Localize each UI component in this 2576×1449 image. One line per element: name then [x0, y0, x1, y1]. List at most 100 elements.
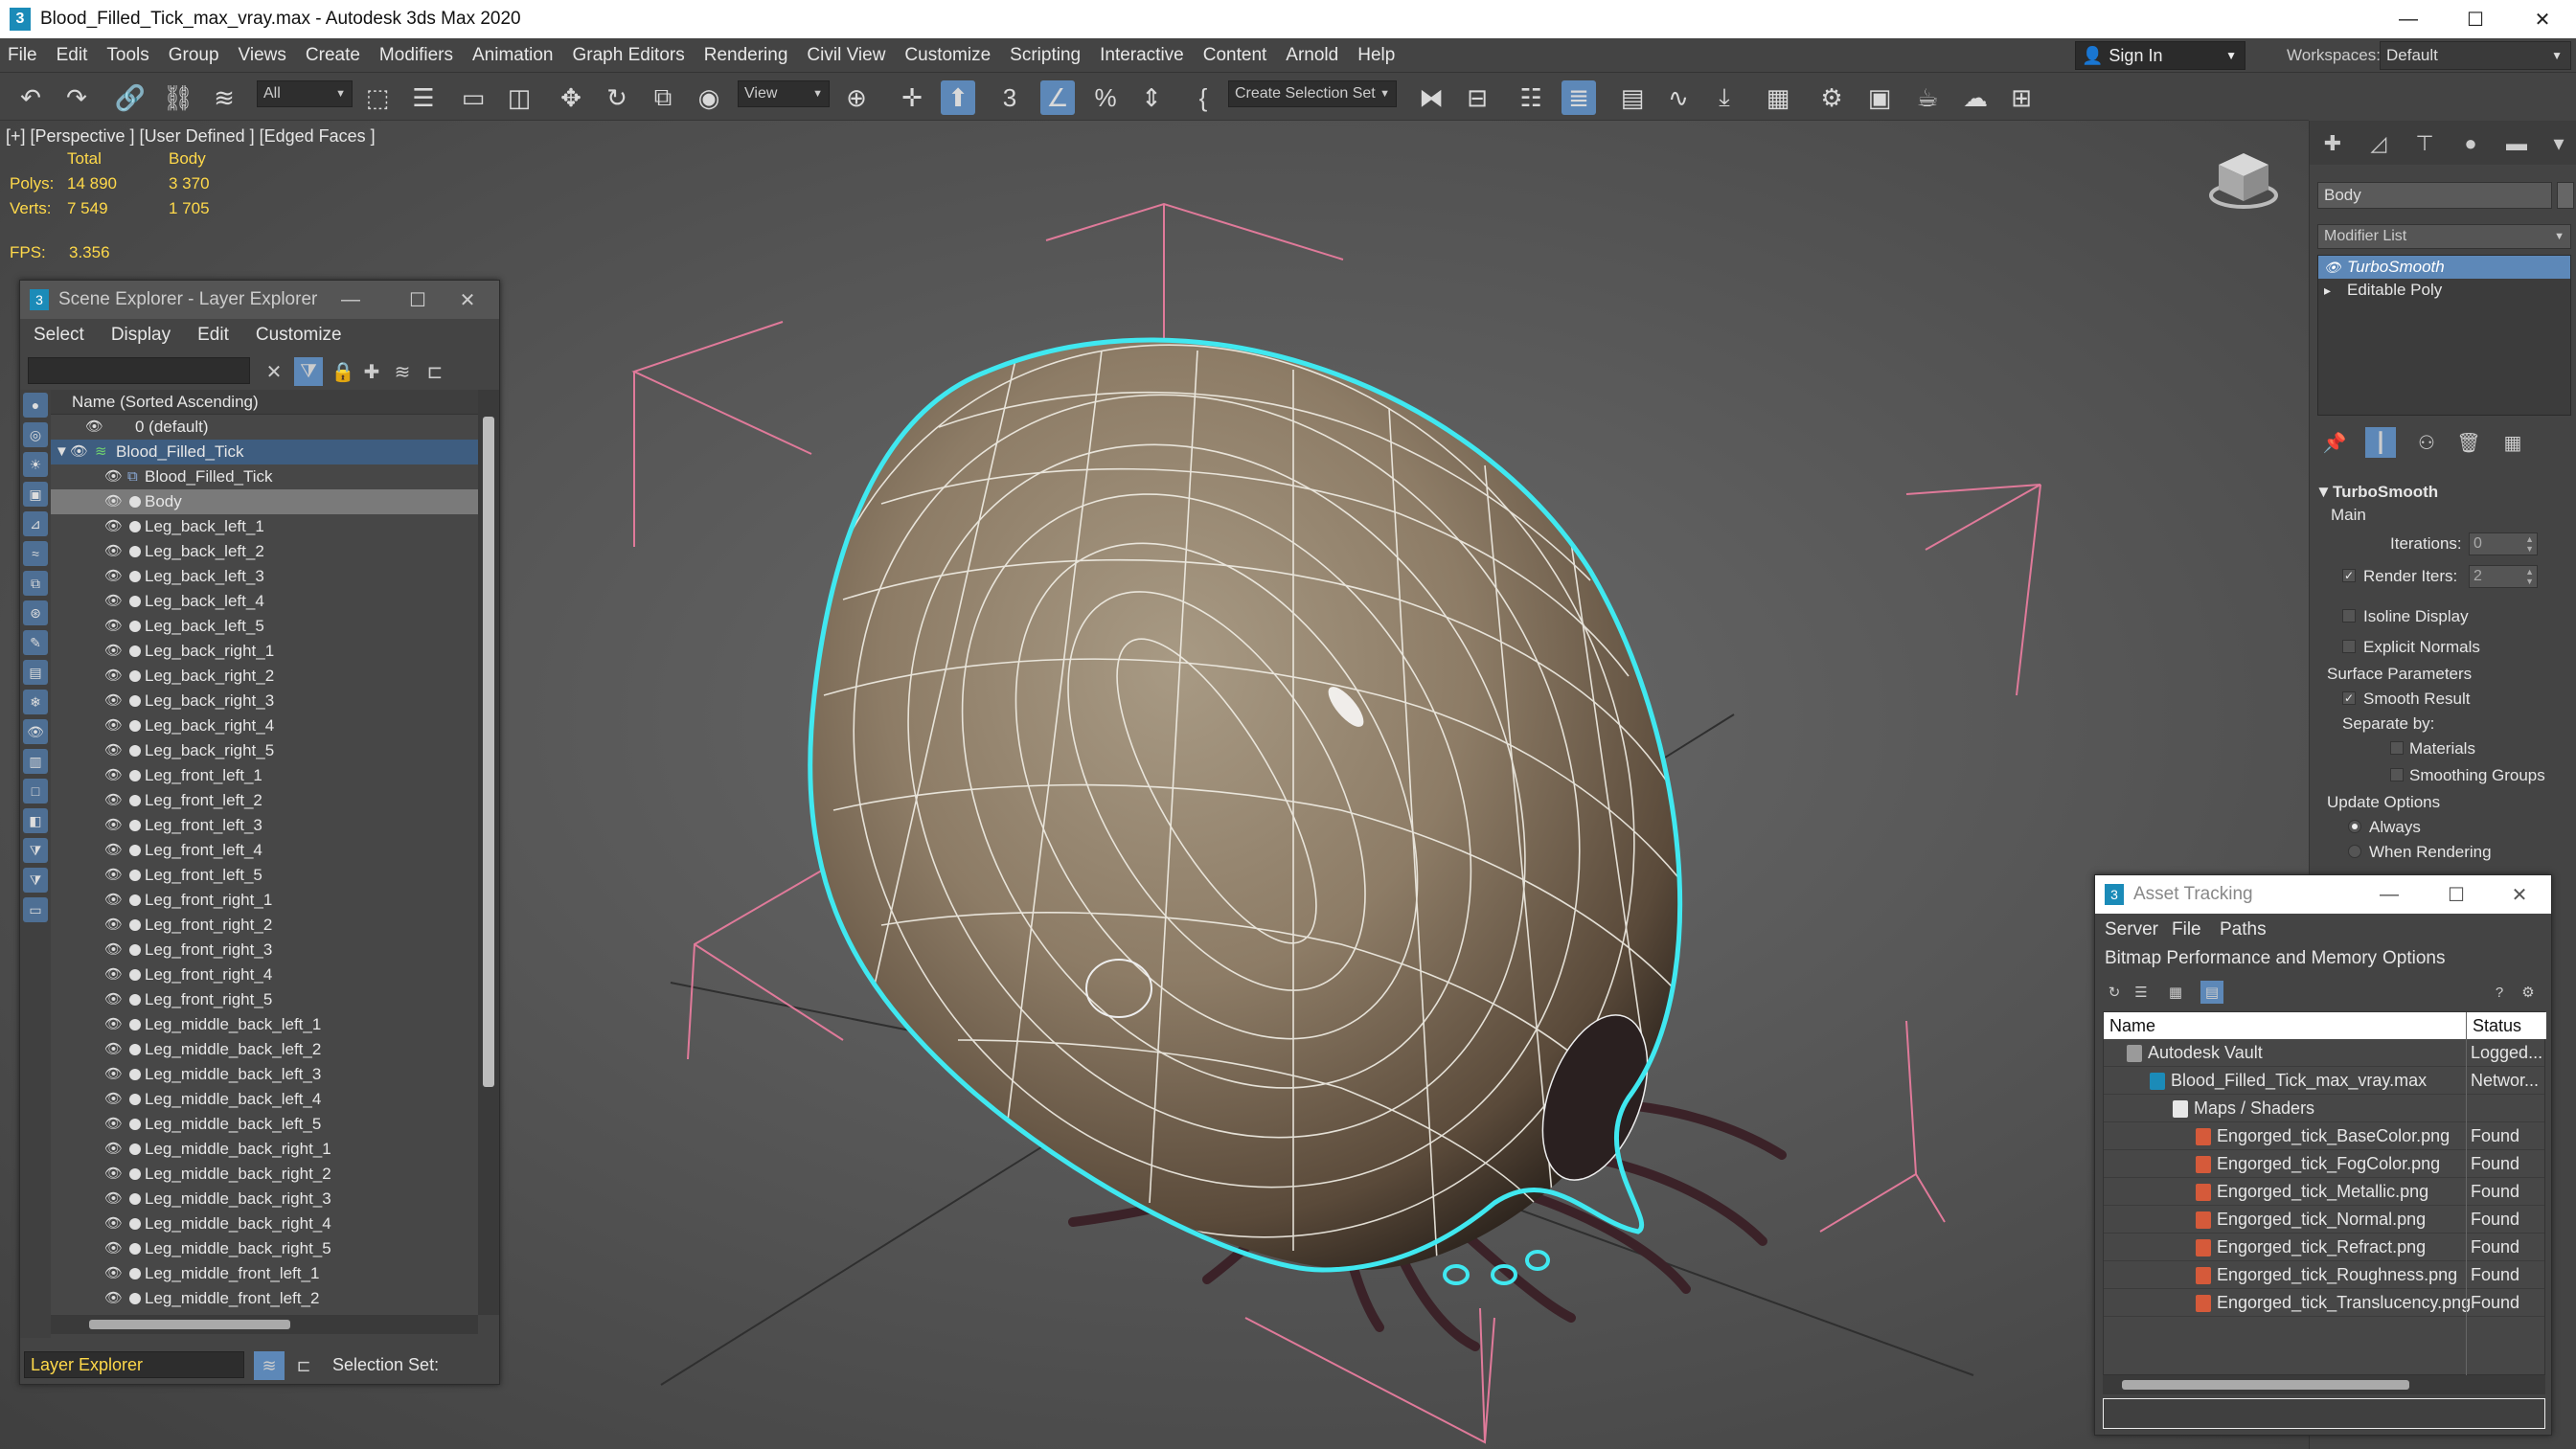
column-divider[interactable] [2466, 1012, 2467, 1376]
clear-search-icon[interactable]: ✕ [260, 357, 288, 386]
tree-row-object[interactable]: 👁 Leg_middle_back_right_3 [51, 1187, 478, 1211]
table-view-icon[interactable]: ▦ [2164, 981, 2187, 1004]
scene-tree-vertical-scrollbar[interactable] [478, 390, 499, 1315]
settings-icon[interactable]: ⚙ [2517, 981, 2540, 1004]
menu-create[interactable]: Create [296, 45, 370, 66]
display-frozen-icon[interactable]: ❄ [23, 690, 48, 714]
tree-view-icon[interactable]: ▤ [2200, 981, 2223, 1004]
scale-icon[interactable]: ⧉ [646, 80, 680, 115]
collapse-arrow-icon[interactable]: ▼ [55, 440, 69, 464]
select-manipulate-icon[interactable]: ✛ [895, 80, 929, 115]
asset-row[interactable]: Engorged_tick_Normal.png Found [2104, 1206, 2544, 1234]
asset-menu-options[interactable]: Options [2382, 948, 2445, 969]
rotate-icon[interactable]: ↻ [600, 80, 634, 115]
layer-stack-icon[interactable]: ≋ [388, 357, 417, 386]
eye-icon[interactable]: 👁 [70, 440, 88, 464]
eye-icon[interactable]: 👁 [104, 1112, 123, 1137]
smooth-result-checkbox[interactable]: ✓ [2342, 691, 2356, 705]
eye-icon[interactable]: 👁 [104, 763, 123, 788]
menu-graph-editors[interactable]: Graph Editors [563, 45, 695, 66]
minimize-button[interactable]: — [317, 281, 384, 319]
menu-modifiers[interactable]: Modifiers [370, 45, 463, 66]
menu-interactive[interactable]: Interactive [1090, 45, 1194, 66]
eye-icon[interactable]: 👁 [104, 1236, 123, 1261]
object-name-field[interactable]: Body [2317, 182, 2552, 209]
hierarchy-icon[interactable]: ⊏ [421, 357, 449, 386]
expand-arrow-icon[interactable]: ▸ [2324, 279, 2331, 302]
menu-customize[interactable]: Customize [895, 45, 1000, 66]
menu-civil-view[interactable]: Civil View [797, 45, 895, 66]
filter-funnel-2-icon[interactable]: ⧩ [23, 868, 48, 893]
eye-icon[interactable]: 👁 [104, 863, 123, 888]
selection-filter-dropdown[interactable]: All ▼ [257, 80, 353, 107]
reference-coordinate-dropdown[interactable]: View ▼ [738, 80, 830, 107]
viewport-label-menu[interactable]: [+] [Perspective ] [User Defined ] [Edge… [6, 126, 376, 147]
scrollbar-thumb[interactable] [2122, 1380, 2409, 1390]
render-production-icon[interactable]: ☕ [1910, 80, 1945, 115]
eye-icon[interactable]: 👁 [104, 962, 123, 987]
eye-icon[interactable]: 👁 [104, 514, 123, 539]
display-groups-icon[interactable]: ⧉ [23, 571, 48, 596]
spinner-arrows-icon[interactable]: ▲ ▼ [2525, 567, 2534, 586]
menu-content[interactable]: Content [1194, 45, 1277, 66]
eye-icon[interactable]: 👁 [104, 1087, 123, 1112]
tree-row-object[interactable]: 👁 Leg_middle_back_left_4 [51, 1087, 478, 1112]
tree-row-object[interactable]: 👁 Leg_back_left_4 [51, 589, 478, 614]
explorer-type-dropdown[interactable]: Layer Explorer [24, 1351, 244, 1378]
asset-row[interactable]: Engorged_tick_Translucency.png Found [2104, 1289, 2544, 1317]
tree-row-object[interactable]: 👁 Leg_front_left_3 [51, 813, 478, 838]
align-icon[interactable]: ⊟ [1460, 80, 1494, 115]
move-icon[interactable]: ✥ [554, 80, 588, 115]
close-button[interactable]: ✕ [434, 281, 501, 319]
eye-icon[interactable]: 👁 [104, 539, 123, 564]
tree-row-layer-group[interactable]: ▼ 👁 ≋ Blood_Filled_Tick [51, 440, 478, 464]
display-all-icon[interactable]: ▥ [23, 749, 48, 774]
eye-icon[interactable]: 👁 [104, 1137, 123, 1162]
smoothing-groups-checkbox[interactable] [2390, 768, 2404, 781]
asset-horizontal-scrollbar[interactable] [2103, 1375, 2545, 1394]
window-crossing-icon[interactable]: ◫ [502, 80, 536, 115]
render-in-cloud-icon[interactable]: ☁ [1958, 80, 1993, 115]
asset-menu-bitmap-performance[interactable]: Bitmap Performance and Memory [2105, 948, 2377, 969]
maximize-button[interactable]: ☐ [2442, 0, 2509, 38]
tree-row-object[interactable]: 👁 Leg_middle_back_right_4 [51, 1211, 478, 1236]
scene-tree-horizontal-scrollbar[interactable] [51, 1315, 478, 1334]
eye-icon[interactable]: 👁 [104, 1211, 123, 1236]
tree-row-object[interactable]: 👁 Leg_back_right_2 [51, 664, 478, 689]
explicit-normals-checkbox[interactable] [2342, 640, 2356, 653]
tree-header-name[interactable]: Name (Sorted Ascending) [51, 390, 478, 415]
eye-icon[interactable]: 👁 [104, 838, 123, 863]
asset-menu-file[interactable]: File [2172, 919, 2201, 940]
asset-menu-paths[interactable]: Paths [2220, 919, 2267, 940]
eye-icon[interactable]: 👁 [104, 489, 123, 514]
eye-icon[interactable]: 👁 [85, 415, 103, 440]
eye-icon[interactable]: 👁 [104, 1062, 123, 1087]
lock-icon[interactable]: 🔒 [329, 357, 357, 386]
tree-row-object[interactable]: 👁 Leg_front_right_2 [51, 913, 478, 938]
modify-tab-icon[interactable]: ◿ [2363, 128, 2394, 159]
eye-icon[interactable]: 👁 [104, 664, 123, 689]
undo-icon[interactable]: ↶ [13, 80, 48, 115]
menu-views[interactable]: Views [229, 45, 296, 66]
display-space-warps-icon[interactable]: ≈ [23, 541, 48, 566]
isoline-display-checkbox[interactable] [2342, 609, 2356, 623]
menu-help[interactable]: Help [1348, 45, 1404, 66]
eye-icon[interactable]: 👁 [104, 1286, 123, 1311]
tree-row-object[interactable]: 👁 Leg_middle_back_left_1 [51, 1012, 478, 1037]
named-selection-set-dropdown[interactable]: Create Selection Set ▼ [1228, 80, 1397, 107]
asset-row[interactable]: Maps / Shaders [2104, 1095, 2544, 1122]
toggle-scene-explorer-icon[interactable]: ☷ [1514, 80, 1548, 115]
edit-named-selection-icon[interactable]: { [1186, 80, 1220, 115]
stack-item-editable-poly[interactable]: ▸ Editable Poly [2318, 279, 2570, 302]
utilities-tab-icon[interactable]: ▾ [2543, 128, 2574, 159]
scene-menu-customize[interactable]: Customize [242, 325, 355, 346]
link-icon[interactable]: 🔗 [113, 80, 148, 115]
tree-row-object[interactable]: 👁 Leg_middle_front_left_2 [51, 1286, 478, 1311]
eye-icon[interactable]: 👁 [104, 589, 123, 614]
eye-icon[interactable]: 👁 [104, 1187, 123, 1211]
a360-gallery-icon[interactable]: ⊞ [2004, 80, 2039, 115]
scrollbar-thumb[interactable] [89, 1320, 290, 1329]
tree-row-default-layer[interactable]: 👁 0 (default) [51, 415, 478, 440]
eye-icon[interactable]: 👁 [104, 1012, 123, 1037]
tree-row-object[interactable]: 👁 Leg_front_right_5 [51, 987, 478, 1012]
